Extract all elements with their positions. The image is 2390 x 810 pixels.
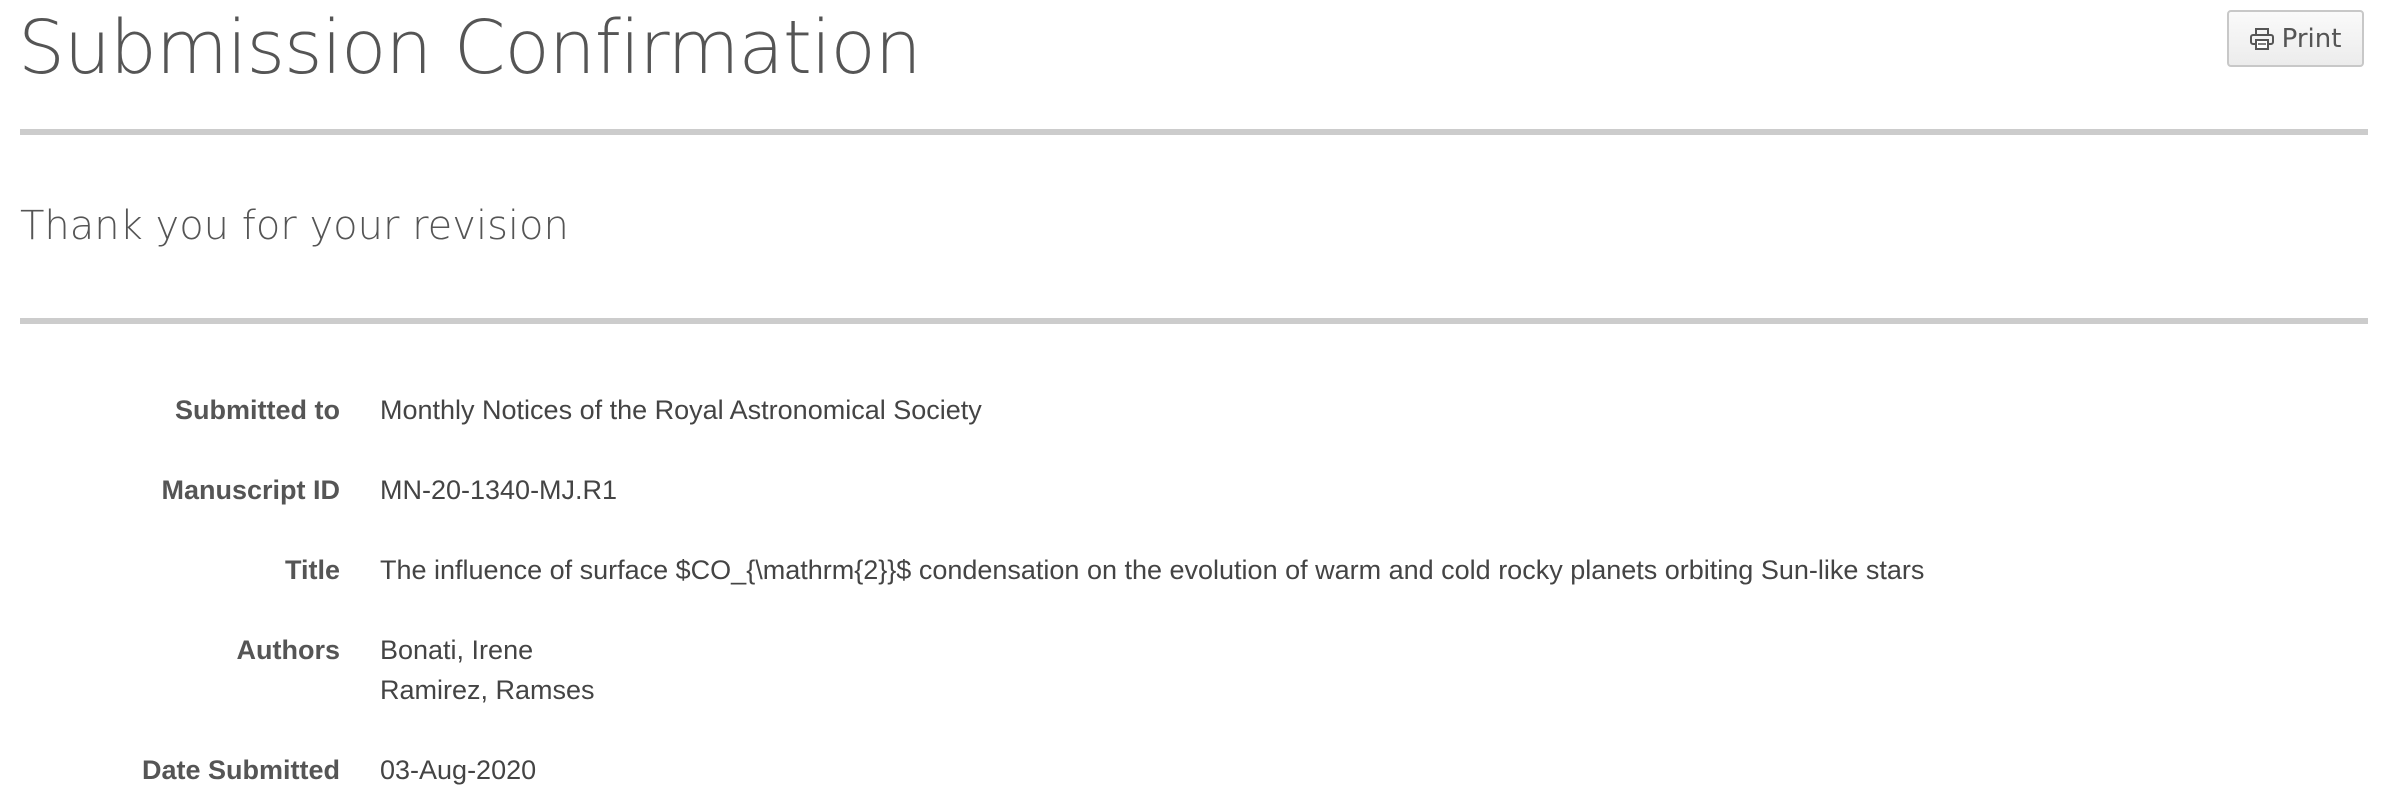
author-name: Bonati, Irene (380, 635, 534, 665)
authors-list: Bonati, Irene Ramirez, Ramses (380, 630, 595, 710)
print-button-label: Print (2281, 23, 2342, 54)
confirmation-message: Thank you for your revision (20, 203, 569, 249)
date-submitted-label: Date Submitted (141, 755, 340, 785)
authors-label: Authors (236, 635, 341, 665)
header-divider (20, 129, 2368, 135)
section-divider (20, 318, 2368, 324)
title-value: The influence of surface $CO_{\mathrm{2}… (380, 555, 1925, 585)
submitted-to-value: Monthly Notices of the Royal Astronomica… (380, 395, 982, 425)
printer-icon (2249, 27, 2274, 50)
page-title: Submission Confirmation (18, 5, 922, 91)
manuscript-id-value: MN-20-1340-MJ.R1 (380, 475, 618, 505)
date-submitted-value: 03-Aug-2020 (380, 755, 537, 785)
submitted-to-label: Submitted to (175, 395, 340, 425)
print-button[interactable]: Print (2227, 10, 2364, 67)
author-name: Ramirez, Ramses (380, 675, 595, 705)
title-label: Title (284, 555, 340, 585)
manuscript-id-label: Manuscript ID (161, 475, 340, 505)
